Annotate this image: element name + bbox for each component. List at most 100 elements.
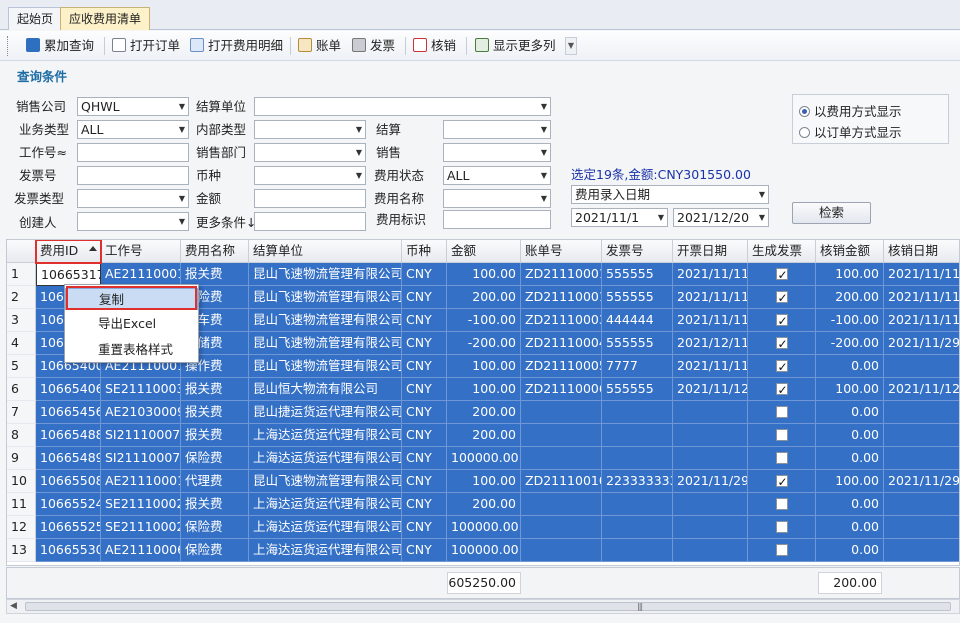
cell-generate-invoice[interactable] — [748, 539, 816, 562]
currency-select[interactable]: ▼ — [254, 166, 366, 185]
column-header-settle-unit[interactable]: 结算单位 — [249, 240, 402, 263]
cell-fee-name[interactable]: 代理费 — [181, 470, 249, 493]
cell-writeoff-amount[interactable]: 0.00 — [816, 493, 884, 516]
cell-settle-unit[interactable]: 上海达运货运代理有限公司 — [249, 447, 402, 470]
cell-writeoff-amount[interactable]: -100.00 — [816, 309, 884, 332]
cell-settle-unit[interactable]: 上海达运货运代理有限公司 — [249, 493, 402, 516]
cell-job-no[interactable]: SE21110002 — [101, 493, 181, 516]
cell-settle-unit[interactable]: 上海达运货运代理有限公司 — [249, 516, 402, 539]
column-header-invoice-no[interactable]: 发票号 — [602, 240, 673, 263]
column-header-fee-name[interactable]: 费用名称 — [181, 240, 249, 263]
cell-settle-unit[interactable]: 昆山飞速物流管理有限公司 — [249, 355, 402, 378]
cell-currency[interactable]: CNY — [402, 539, 447, 562]
cell-invoice-no[interactable]: 7777 — [602, 355, 673, 378]
cell-amount[interactable]: 100000.00 — [447, 447, 521, 470]
cell-generate-invoice[interactable] — [748, 378, 816, 401]
cell-bill-no[interactable]: ZD21110010 — [521, 470, 602, 493]
cell-writeoff-date[interactable] — [884, 516, 959, 539]
cell-generate-invoice[interactable] — [748, 493, 816, 516]
cell-writeoff-date[interactable]: 2021/11/11 — [884, 263, 959, 286]
cell-bill-no[interactable] — [521, 447, 602, 470]
row-number[interactable]: 4 — [7, 332, 36, 355]
row-number[interactable]: 10 — [7, 470, 36, 493]
cell-settle-unit[interactable]: 昆山恒大物流有限公司 — [249, 378, 402, 401]
cell-currency[interactable]: CNY — [402, 401, 447, 424]
row-number[interactable]: 2 — [7, 286, 36, 309]
cell-writeoff-amount[interactable]: 100.00 — [816, 263, 884, 286]
column-header-currency[interactable]: 币种 — [402, 240, 447, 263]
cell-bill-no[interactable] — [521, 401, 602, 424]
scrollbar-thumb[interactable] — [25, 602, 951, 611]
creator-select[interactable]: ▼ — [77, 212, 189, 231]
cell-generate-invoice[interactable] — [748, 263, 816, 286]
cell-amount[interactable]: 100.00 — [447, 355, 521, 378]
cell-fee-id[interactable]: 10665488 — [36, 424, 101, 447]
cell-amount[interactable]: 100000.00 — [447, 539, 521, 562]
cell-invoice-date[interactable] — [673, 401, 748, 424]
cell-generate-invoice[interactable] — [748, 470, 816, 493]
invoice-button[interactable]: 发票 — [352, 36, 395, 56]
cell-invoice-date[interactable] — [673, 493, 748, 516]
cell-settle-unit[interactable]: 昆山飞速物流管理有限公司 — [249, 332, 402, 355]
checkbox-checked-icon[interactable] — [775, 356, 788, 377]
cell-fee-id[interactable]: 10665530 — [36, 539, 101, 562]
cell-writeoff-date[interactable]: 2021/11/29 — [884, 332, 959, 355]
cell-amount[interactable]: 100.00 — [447, 378, 521, 401]
column-header-generate-invoice[interactable]: 生成发票 — [748, 240, 816, 263]
biz-type-select[interactable]: ALL ▼ — [77, 120, 189, 139]
checkbox-unchecked-icon[interactable] — [775, 429, 788, 441]
cell-invoice-date[interactable] — [673, 424, 748, 447]
table-row[interactable]: 6 10665406 SE21110003 报关费 昆山恒大物流有限公司 CNY 100.0… — [7, 378, 959, 401]
cell-bill-no[interactable] — [521, 424, 602, 447]
cell-job-no[interactable]: SI21110007 — [101, 447, 181, 470]
cell-fee-id[interactable]: 10665406 — [36, 378, 101, 401]
cell-writeoff-amount[interactable]: 0.00 — [816, 401, 884, 424]
fee-status-select[interactable]: ALL ▼ — [443, 166, 551, 185]
toolbar-grip[interactable] — [7, 36, 10, 56]
checkbox-checked-icon[interactable] — [775, 379, 788, 400]
cell-amount[interactable]: 100.00 — [447, 470, 521, 493]
cell-fee-name[interactable]: 报关费 — [181, 378, 249, 401]
table-row[interactable]: 1 10665317 AE21110001 报关费 昆山飞速物流管理有限公司 CNY 100… — [7, 263, 959, 286]
cell-invoice-no[interactable]: 555555 — [602, 378, 673, 401]
checkbox-checked-icon[interactable] — [775, 310, 788, 331]
display-by-order-radio[interactable]: 以订单方式显示 — [799, 122, 902, 141]
cell-amount[interactable]: 200.00 — [447, 424, 521, 447]
cell-currency[interactable]: CNY — [402, 470, 447, 493]
invoice-no-input[interactable] — [77, 166, 189, 185]
cell-amount[interactable]: 100.00 — [447, 263, 521, 286]
cell-fee-name[interactable]: 报关费 — [181, 401, 249, 424]
cell-fee-id[interactable]: 10665524 — [36, 493, 101, 516]
cell-currency[interactable]: CNY — [402, 447, 447, 470]
cell-bill-no[interactable] — [521, 539, 602, 562]
cell-amount[interactable]: 100000.00 — [447, 516, 521, 539]
cell-settle-unit[interactable]: 昆山飞速物流管理有限公司 — [249, 263, 402, 286]
cell-fee-name[interactable]: 保险费 — [181, 447, 249, 470]
row-number[interactable]: 6 — [7, 378, 36, 401]
column-header-invoice-date[interactable]: 开票日期 — [673, 240, 748, 263]
cell-amount[interactable]: -200.00 — [447, 332, 521, 355]
cell-writeoff-date[interactable] — [884, 355, 959, 378]
cell-invoice-no[interactable]: 444444 — [602, 309, 673, 332]
table-row[interactable]: 7 10665456 AE21030009 报关费 昆山捷运货运代理有限公司 CNY 200… — [7, 401, 959, 424]
column-header-job-no[interactable]: 工作号 — [101, 240, 181, 263]
cell-writeoff-amount[interactable]: 0.00 — [816, 447, 884, 470]
cell-currency[interactable]: CNY — [402, 355, 447, 378]
cell-generate-invoice[interactable] — [748, 355, 816, 378]
row-number[interactable]: 12 — [7, 516, 36, 539]
cell-writeoff-date[interactable] — [884, 401, 959, 424]
cell-bill-no[interactable]: ZD21110003 — [521, 309, 602, 332]
table-row[interactable]: 8 10665488 SI21110007 报关费 上海达运货运代理有限公司 CNY 200… — [7, 424, 959, 447]
row-number[interactable]: 9 — [7, 447, 36, 470]
settle-unit-select[interactable]: ▼ — [254, 97, 551, 116]
cell-generate-invoice[interactable] — [748, 286, 816, 309]
cell-settle-unit[interactable]: 上海达运货运代理有限公司 — [249, 424, 402, 447]
cell-fee-id[interactable]: 10665525 — [36, 516, 101, 539]
cell-invoice-no[interactable]: 555555 — [602, 332, 673, 355]
cell-amount[interactable]: 200.00 — [447, 493, 521, 516]
cell-generate-invoice[interactable] — [748, 332, 816, 355]
cell-invoice-no[interactable] — [602, 424, 673, 447]
cell-generate-invoice[interactable] — [748, 516, 816, 539]
cell-bill-no[interactable]: ZD21110006 — [521, 378, 602, 401]
cell-invoice-no[interactable] — [602, 516, 673, 539]
